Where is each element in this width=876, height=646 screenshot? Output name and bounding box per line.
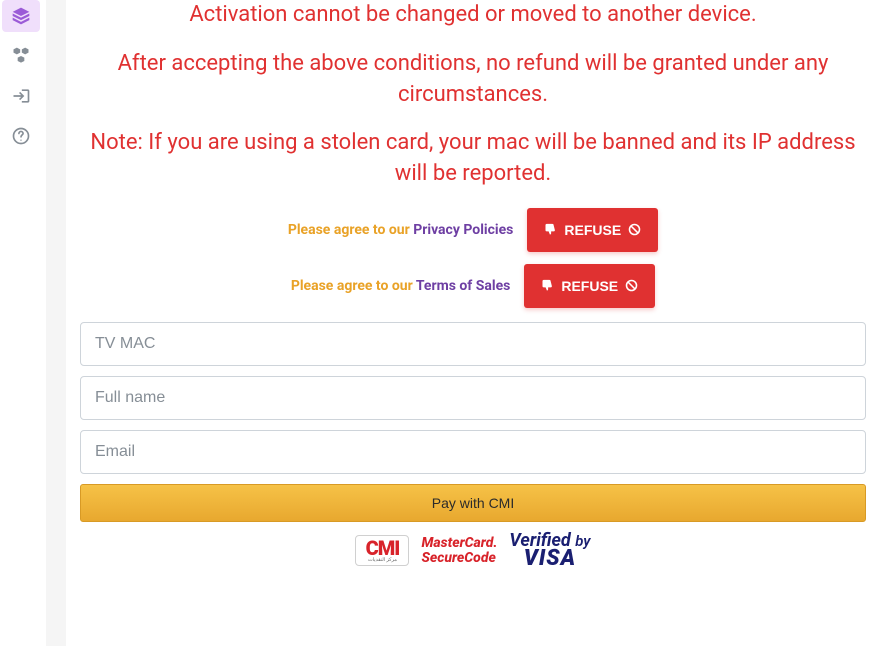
- fullname-input[interactable]: [80, 376, 866, 420]
- privacy-policies-link[interactable]: Privacy Policies: [413, 222, 513, 238]
- layers-icon: [11, 6, 31, 26]
- refuse-terms-button[interactable]: REFUSE: [524, 264, 655, 308]
- ban-icon: [627, 222, 642, 237]
- tv-mac-input[interactable]: [80, 322, 866, 366]
- nav-item-help[interactable]: [2, 120, 40, 152]
- pay-with-cmi-button[interactable]: Pay with CMI: [80, 484, 866, 522]
- warning-refund: After accepting the above conditions, no…: [80, 49, 866, 111]
- verified-by-visa-badge: Verified by VISA: [509, 532, 590, 570]
- cmi-badge: CMI مركز النقديات: [355, 535, 409, 566]
- privacy-agree-row: Please agree to our Privacy Policies REF…: [80, 208, 866, 252]
- question-icon: [11, 126, 31, 146]
- payment-form: Pay with CMI CMI مركز النقديات MasterCar…: [80, 322, 866, 570]
- boxes-icon: [11, 46, 31, 66]
- agree-prefix: Please agree to our: [288, 222, 413, 238]
- visa-line2: VISA: [509, 549, 590, 570]
- terms-agree-text: Please agree to our Terms of Sales: [291, 278, 511, 294]
- nav-item-plans[interactable]: [2, 0, 40, 32]
- ban-icon: [624, 278, 639, 293]
- visa-line1-b: by: [575, 532, 590, 550]
- mastercard-securecode-badge: MasterCard SecureCode: [421, 536, 497, 565]
- terms-of-sales-link[interactable]: Terms of Sales: [416, 278, 511, 294]
- mc-line1: MasterCard: [421, 536, 497, 551]
- refuse-label: REFUSE: [561, 278, 618, 294]
- payment-badges: CMI مركز النقديات MasterCard SecureCode …: [80, 532, 866, 570]
- thumbs-down-icon: [540, 278, 555, 293]
- email-input[interactable]: [80, 430, 866, 474]
- signin-icon: [11, 86, 31, 106]
- nav-item-devices[interactable]: [2, 40, 40, 72]
- sidebar: [0, 0, 42, 646]
- nav-item-login[interactable]: [2, 80, 40, 112]
- warning-stolen-card: Note: If you are using a stolen card, yo…: [80, 128, 866, 190]
- refuse-label: REFUSE: [564, 222, 621, 238]
- refuse-privacy-button[interactable]: REFUSE: [527, 208, 658, 252]
- mc-line2: SecureCode: [421, 551, 497, 566]
- cmi-badge-sub: مركز النقديات: [356, 558, 408, 565]
- vertical-divider: [46, 0, 66, 646]
- main-content: Activation cannot be changed or moved to…: [70, 0, 876, 646]
- agree-prefix: Please agree to our: [291, 278, 416, 294]
- warning-activation: Activation cannot be changed or moved to…: [80, 0, 866, 31]
- terms-agree-row: Please agree to our Terms of Sales REFUS…: [80, 264, 866, 308]
- privacy-agree-text: Please agree to our Privacy Policies: [288, 222, 514, 238]
- thumbs-down-icon: [543, 222, 558, 237]
